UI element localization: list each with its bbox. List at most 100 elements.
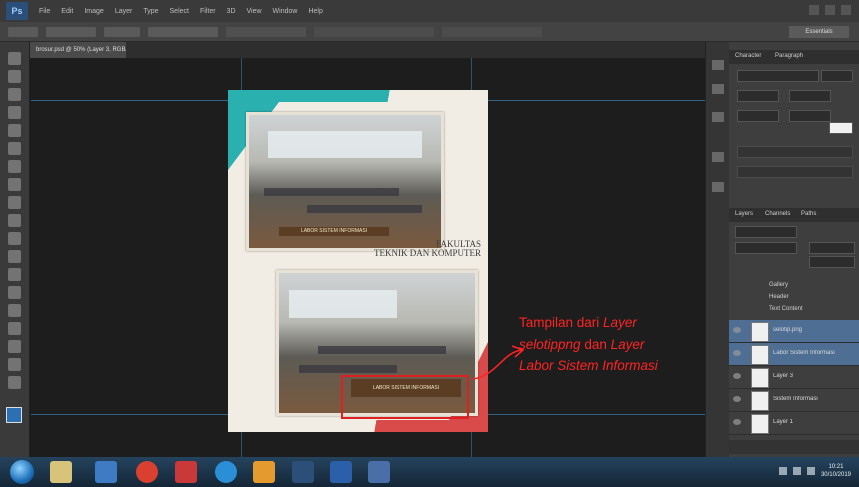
pen-tool-icon[interactable]	[8, 304, 21, 317]
paragraph-icon[interactable]	[712, 152, 724, 162]
gradient-tool-icon[interactable]	[8, 250, 21, 263]
crop-tool-icon[interactable]	[8, 124, 21, 137]
eyedropper-tool-icon[interactable]	[8, 142, 21, 155]
hand-tool-icon[interactable]	[8, 376, 21, 389]
gmail-icon[interactable]	[175, 461, 197, 483]
annotation-italic-3: Layer	[610, 336, 645, 352]
font-style-select[interactable]	[104, 26, 140, 37]
menu-3d[interactable]: 3D	[227, 8, 236, 15]
eye-icon[interactable]	[733, 350, 741, 356]
move-tool-icon[interactable]	[8, 52, 21, 65]
layer-name: Labor Sistem Informasi	[773, 350, 835, 356]
volume-icon[interactable]	[792, 467, 801, 475]
document-tab[interactable]: brosur.psd @ 50% (Layer 3, RGB/8)	[30, 42, 126, 58]
layer-group-row[interactable]: Header	[729, 292, 859, 304]
layer-thumbnail	[751, 368, 769, 388]
character-icon[interactable]	[712, 112, 724, 122]
flag-icon[interactable]	[806, 467, 815, 475]
font-size-field[interactable]	[737, 90, 779, 102]
tool-preset-picker[interactable]	[8, 26, 38, 37]
opacity-field[interactable]	[809, 242, 855, 254]
font-style-field[interactable]	[821, 70, 853, 82]
lasso-tool-icon[interactable]	[8, 88, 21, 101]
foreground-color-swatch[interactable]	[6, 407, 22, 423]
explorer-icon[interactable]	[50, 461, 72, 483]
minimize-icon[interactable]	[809, 5, 819, 15]
photo-desk-row	[264, 188, 399, 197]
ie-icon[interactable]	[215, 461, 237, 483]
eraser-tool-icon[interactable]	[8, 232, 21, 245]
shape-tool-icon[interactable]	[8, 358, 21, 371]
fill-field[interactable]	[809, 256, 855, 268]
layer-row[interactable]: Layer 3	[729, 366, 859, 389]
history-icon[interactable]	[712, 60, 724, 70]
opentype-buttons[interactable]	[737, 166, 853, 178]
layer-filter-select[interactable]	[735, 226, 797, 238]
tab-channels[interactable]: Channels	[765, 211, 790, 217]
text-options-extra[interactable]	[442, 26, 542, 37]
menu-help[interactable]: Help	[308, 8, 322, 15]
menu-layer[interactable]: Layer	[115, 8, 133, 15]
photoshop-icon[interactable]	[292, 461, 314, 483]
maximize-icon[interactable]	[825, 5, 835, 15]
photo-desk-row	[298, 365, 397, 374]
layer-row[interactable]: Labor Sistem Informasi	[729, 343, 859, 366]
clock[interactable]: 10:21 30/10/2019	[821, 463, 851, 479]
word-icon[interactable]	[330, 461, 352, 483]
layer-group-row[interactable]: Text Content	[729, 304, 859, 316]
tab-character[interactable]: Character	[735, 53, 761, 59]
alignment-buttons[interactable]	[226, 26, 306, 37]
history-brush-tool-icon[interactable]	[8, 214, 21, 227]
tracking-field[interactable]	[737, 110, 779, 122]
eye-icon[interactable]	[733, 419, 741, 425]
marquee-tool-icon[interactable]	[8, 70, 21, 83]
menu-window[interactable]: Window	[273, 8, 298, 15]
start-button[interactable]	[10, 460, 34, 484]
dodge-tool-icon[interactable]	[8, 286, 21, 299]
illustrator-icon[interactable]	[368, 461, 390, 483]
eye-icon[interactable]	[733, 396, 741, 402]
font-size-select[interactable]	[148, 26, 218, 37]
type-tool-icon[interactable]	[8, 322, 21, 335]
menu-image[interactable]: Image	[84, 8, 103, 15]
blend-mode-select[interactable]	[735, 242, 797, 254]
menu-select[interactable]: Select	[170, 8, 189, 15]
menu-filter[interactable]: Filter	[200, 8, 216, 15]
swatches-icon[interactable]	[712, 182, 724, 192]
text-style-buttons[interactable]	[737, 146, 853, 158]
menu-edit[interactable]: Edit	[61, 8, 73, 15]
quick-select-tool-icon[interactable]	[8, 106, 21, 119]
menu-view[interactable]: View	[247, 8, 262, 15]
kerning-field[interactable]	[789, 110, 831, 122]
properties-icon[interactable]	[712, 84, 724, 94]
path-select-tool-icon[interactable]	[8, 340, 21, 353]
layer-row[interactable]: Layer 1	[729, 412, 859, 435]
layer-row[interactable]: selotip.png	[729, 320, 859, 343]
text-color-swatch[interactable]	[829, 122, 853, 134]
layers-footer-buttons[interactable]	[729, 440, 859, 454]
workspace-select[interactable]: Essentials	[789, 26, 849, 38]
media-icon[interactable]	[95, 461, 117, 483]
font-family-select[interactable]	[46, 26, 96, 37]
eye-icon[interactable]	[733, 327, 741, 333]
tab-paragraph[interactable]: Paragraph	[775, 53, 803, 59]
font-family-field[interactable]	[737, 70, 819, 82]
leading-field[interactable]	[789, 90, 831, 102]
folder-icon[interactable]	[253, 461, 275, 483]
network-icon[interactable]	[778, 467, 787, 475]
blur-tool-icon[interactable]	[8, 268, 21, 281]
eye-icon[interactable]	[733, 373, 741, 379]
clone-stamp-tool-icon[interactable]	[8, 196, 21, 209]
layer-row[interactable]: Sistem Informasi	[729, 389, 859, 412]
text-options[interactable]	[314, 26, 434, 37]
close-icon[interactable]	[841, 5, 851, 15]
healing-tool-icon[interactable]	[8, 160, 21, 173]
menu-file[interactable]: File	[39, 8, 50, 15]
menu-type[interactable]: Type	[143, 8, 158, 15]
tab-paths[interactable]: Paths	[801, 211, 816, 217]
chrome-icon[interactable]	[136, 461, 158, 483]
layer-group-row[interactable]: Gallery	[729, 280, 859, 292]
tab-layers[interactable]: Layers	[735, 211, 753, 217]
brush-tool-icon[interactable]	[8, 178, 21, 191]
layer-thumbnail	[751, 391, 769, 411]
